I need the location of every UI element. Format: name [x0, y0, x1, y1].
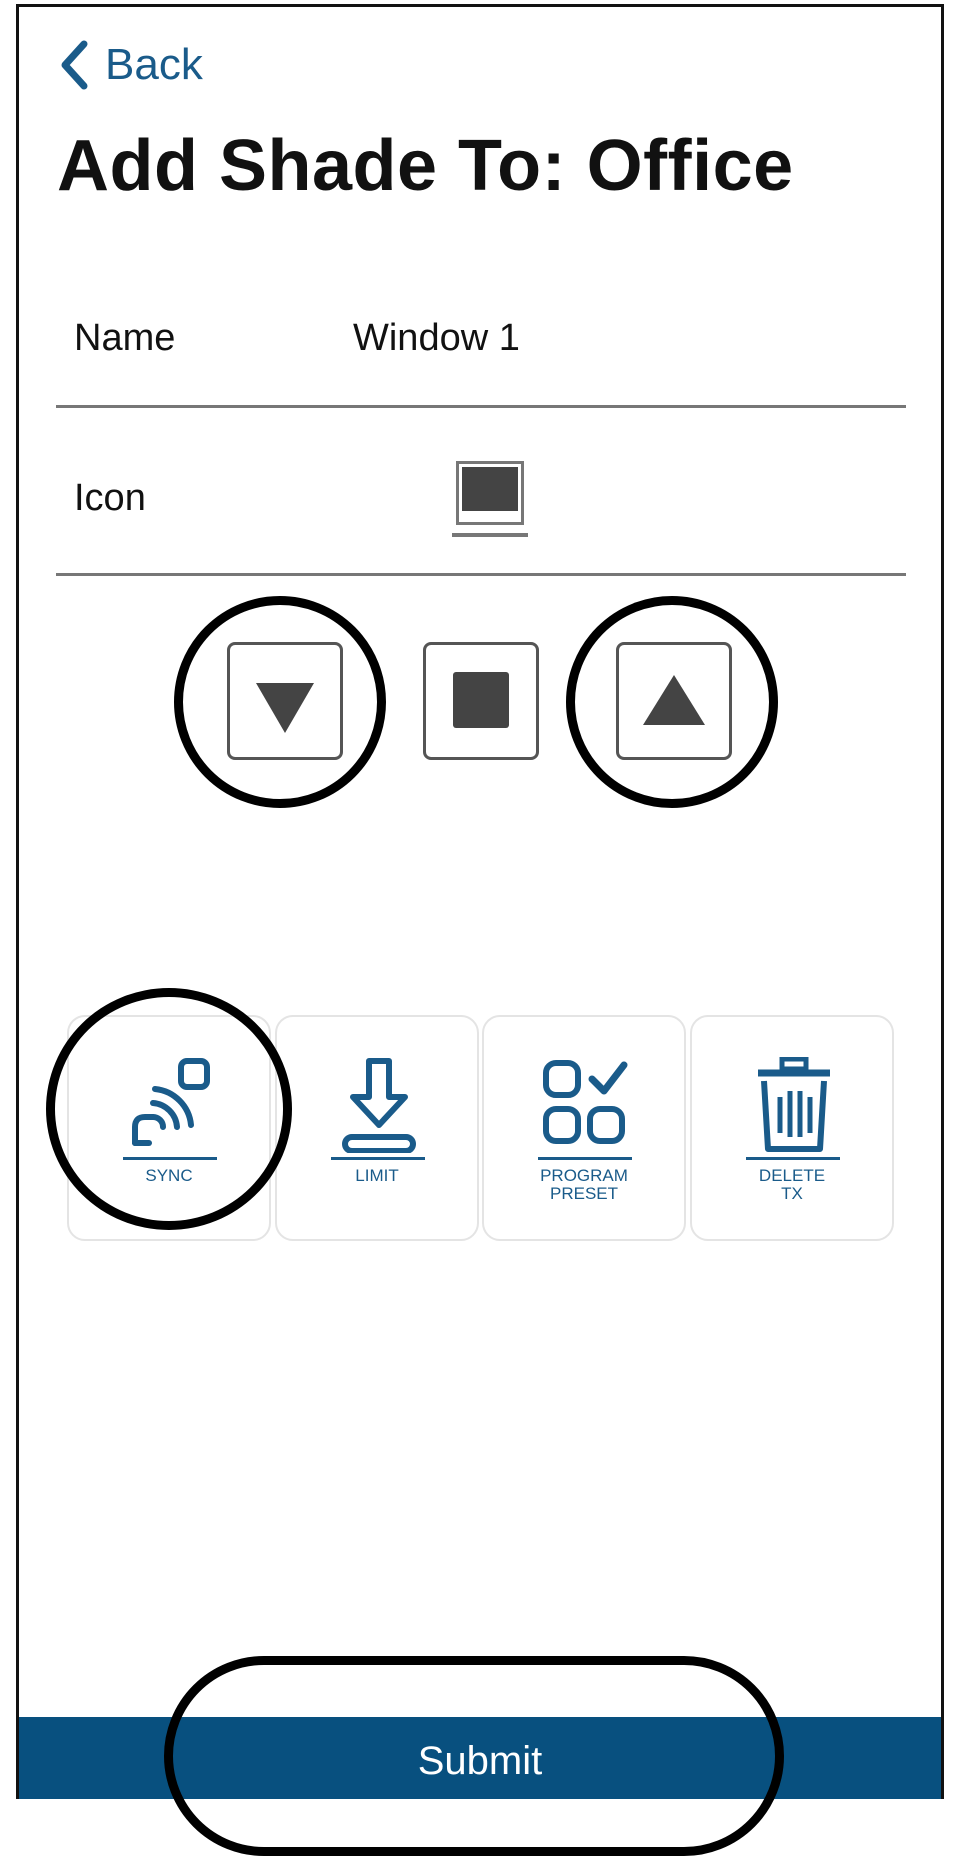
program-preset-label: PROGRAM PRESET: [540, 1166, 628, 1203]
limit-download-icon: [342, 1058, 416, 1153]
back-button[interactable]: Back: [59, 35, 203, 95]
submit-label: Submit: [417, 1739, 543, 1783]
chevron-left-icon: [61, 40, 88, 90]
submit-button[interactable]: Submit: [19, 1717, 941, 1799]
shade-up-button[interactable]: [616, 642, 732, 760]
shade-icon-fill: [462, 467, 518, 511]
program-preset-button[interactable]: PROGRAM PRESET: [482, 1015, 686, 1241]
trash-icon: [758, 1057, 830, 1152]
triangle-down-icon: [256, 683, 314, 733]
limit-label: LIMIT: [355, 1166, 399, 1185]
icon-label: Icon: [74, 477, 146, 519]
delete-tx-button[interactable]: DELETE TX: [690, 1015, 894, 1241]
delete-tx-label: DELETE TX: [758, 1166, 826, 1203]
name-row[interactable]: Name Window 1: [56, 277, 906, 408]
shade-icon-underline: [452, 533, 528, 537]
delete-tx-underline: [746, 1157, 840, 1160]
sync-signal-icon: [132, 1058, 210, 1146]
page-title: Add Shade To: Office: [57, 126, 794, 206]
name-value[interactable]: Window 1: [353, 317, 520, 360]
square-stop-icon: [453, 672, 509, 728]
icon-row: Icon: [56, 437, 906, 576]
limit-button[interactable]: LIMIT: [275, 1015, 479, 1241]
sync-button[interactable]: SYNC: [67, 1015, 271, 1241]
shade-stop-button[interactable]: [423, 642, 539, 760]
program-preset-underline: [538, 1157, 632, 1160]
phone-screen: Back Add Shade To: Office Name Window 1 …: [16, 4, 944, 1799]
sync-underline: [123, 1157, 217, 1160]
name-label: Name: [74, 317, 176, 359]
shade-down-button[interactable]: [227, 642, 343, 760]
sync-label: SYNC: [145, 1166, 193, 1185]
back-label: Back: [105, 40, 203, 89]
limit-underline: [331, 1157, 425, 1160]
shade-icon[interactable]: [452, 461, 528, 541]
triangle-up-icon: [643, 675, 705, 725]
shade-icon-frame: [456, 461, 524, 525]
program-preset-grid-icon: [543, 1060, 628, 1144]
